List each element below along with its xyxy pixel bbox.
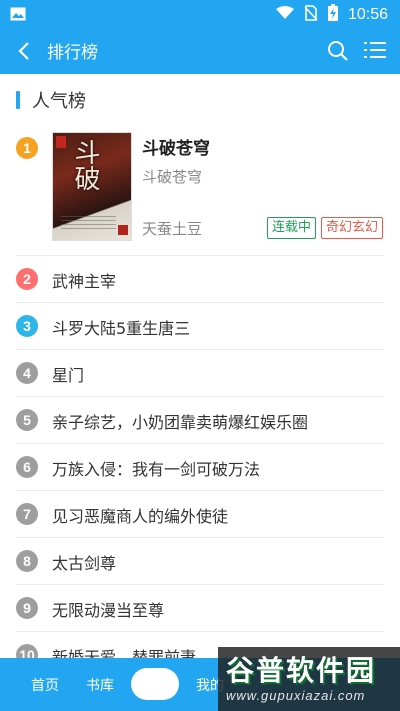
page-title: 排行榜 (47, 43, 98, 63)
list-item[interactable]: 7 见习恶魔商人的编外使徒 (16, 491, 384, 538)
book-name: 无限动漫当至尊 (52, 601, 165, 620)
cover-artwork: 斗破 (70, 139, 100, 191)
list-menu-icon[interactable] (364, 40, 386, 64)
tab-home[interactable]: 首页 (31, 675, 59, 695)
app-bar: 排行榜 (0, 28, 400, 74)
rank-badge: 5 (16, 409, 38, 431)
book-subtitle: 斗破苍穹 (142, 168, 203, 186)
watermark-title: 谷普软件园 (226, 654, 377, 687)
list-item[interactable]: 8 太古剑尊 (16, 538, 384, 585)
gallery-icon (10, 6, 26, 25)
list-item[interactable]: 5 亲子综艺，小奶团靠卖萌爆红娱乐圈 (16, 397, 384, 444)
wifi-icon (275, 5, 294, 24)
list-item[interactable]: 2 武神主宰 (16, 256, 384, 303)
list-item[interactable]: 3 斗罗大陆5重生唐三 (16, 303, 384, 350)
search-icon[interactable] (327, 40, 349, 66)
rank-badge: 4 (16, 362, 38, 384)
section-header: 人气榜 (16, 88, 86, 112)
book-name: 太古剑尊 (52, 554, 117, 573)
back-icon[interactable] (14, 40, 36, 62)
book-name: 星门 (52, 366, 85, 385)
tab-library[interactable]: 书库 (86, 675, 114, 695)
status-bar: 10:56 (0, 0, 400, 28)
book-name: 万族入侵：我有一剑可破万法 (52, 460, 261, 479)
book-name: 斗罗大陆5重生唐三 (52, 319, 191, 338)
rank-badge: 9 (16, 597, 38, 619)
clock: 10:56 (347, 5, 388, 23)
rank-badge: 3 (16, 315, 38, 337)
watermark-overlay: 谷普软件园 www.gupuxiazai.com (218, 647, 400, 711)
list-item[interactable]: 6 万族入侵：我有一剑可破万法 (16, 444, 384, 491)
book-title: 斗破苍穹 (142, 139, 210, 159)
book-cover-image[interactable]: 斗破 (52, 132, 132, 241)
center-action-button[interactable] (131, 668, 179, 700)
rank-badge: 8 (16, 550, 38, 572)
top-book-card[interactable]: 1 斗破 斗破苍穹 斗破苍穹 天蚕土豆 连载中 奇幻玄幻 (16, 130, 384, 256)
battery-charging-icon (327, 4, 338, 25)
rank-badge: 2 (16, 268, 38, 290)
book-name: 见习恶魔商人的编外使徒 (52, 507, 229, 526)
genre-badge: 奇幻玄幻 (321, 217, 384, 239)
ranking-list: 2 武神主宰 3 斗罗大陆5重生唐三 4 星门 5 亲子综艺，小奶团靠卖萌爆红娱… (16, 256, 384, 679)
book-name: 武神主宰 (52, 272, 117, 291)
no-sim-icon (304, 4, 318, 25)
book-name: 亲子综艺，小奶团靠卖萌爆红娱乐圈 (52, 413, 309, 432)
rank-badge: 6 (16, 456, 38, 478)
section-accent-bar (16, 91, 20, 109)
section-title: 人气榜 (32, 91, 86, 112)
book-author: 天蚕土豆 (142, 220, 203, 238)
status-badge: 连载中 (267, 217, 317, 239)
rank-badge: 1 (16, 137, 38, 159)
rank-badge: 7 (16, 503, 38, 525)
list-item[interactable]: 4 星门 (16, 350, 384, 397)
list-item[interactable]: 9 无限动漫当至尊 (16, 585, 384, 632)
watermark-url: www.gupuxiazai.com (226, 688, 366, 703)
